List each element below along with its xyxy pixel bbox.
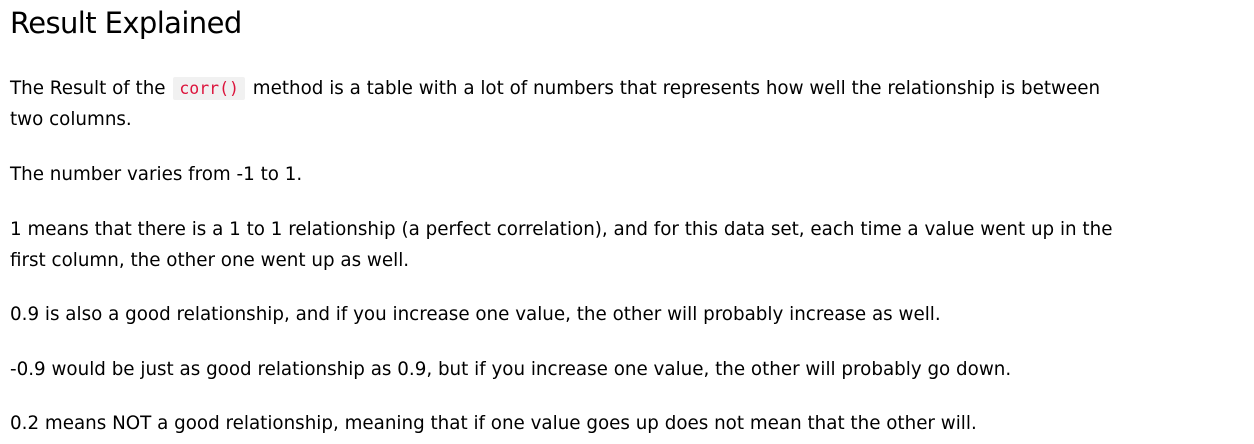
paragraph-negative-relationship: -0.9 would be just as good relationship … — [10, 359, 1012, 380]
inline-code-corr: corr() — [173, 77, 245, 100]
paragraph-range: The number varies from -1 to 1. — [10, 164, 303, 185]
paragraph-text: 1 means that there is a 1 to 1 relations… — [10, 219, 1113, 240]
paragraph-corr-result: The Result of the corr() method is a tab… — [10, 73, 1100, 135]
paragraph-text: method is a table with a lot of numbers … — [252, 78, 1101, 99]
paragraph-perfect-correlation: 1 means that there is a 1 to 1 relations… — [10, 214, 1112, 276]
paragraph-text: two columns. — [10, 109, 132, 130]
paragraph-text: first column, the other one went up as w… — [10, 250, 410, 271]
section-heading: Result Explained — [10, 6, 242, 40]
paragraph-text: The Result of the — [10, 78, 166, 99]
paragraph-weak-relationship: 0.2 means NOT a good relationship, meani… — [10, 413, 977, 434]
paragraph-good-relationship: 0.9 is also a good relationship, and if … — [10, 304, 941, 325]
